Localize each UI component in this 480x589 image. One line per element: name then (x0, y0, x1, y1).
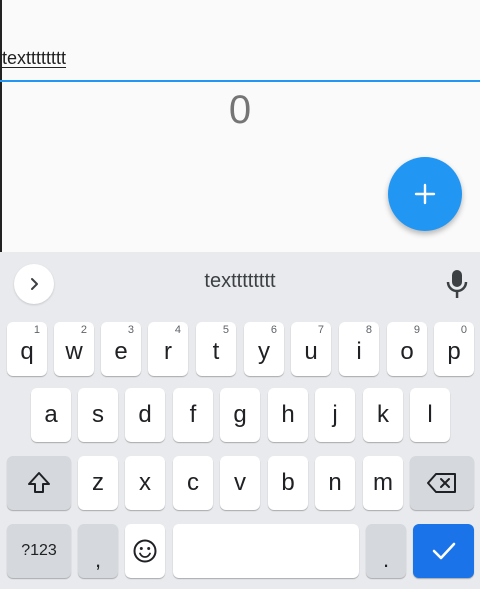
key-k[interactable]: k (363, 388, 403, 442)
shift-icon (28, 472, 50, 493)
key-y[interactable]: 6 y (244, 322, 284, 376)
key-g[interactable]: g (220, 388, 260, 442)
key-q[interactable]: 1 q (7, 322, 47, 376)
key-v[interactable]: v (220, 456, 260, 510)
chevron-right-icon (31, 278, 38, 290)
key-b[interactable]: b (268, 456, 308, 510)
key-z[interactable]: z (78, 456, 118, 510)
key-w[interactable]: 2 w (54, 322, 94, 376)
key-f[interactable]: f (173, 388, 213, 442)
key-r[interactable]: 4 r (148, 322, 188, 376)
key-n[interactable]: n (315, 456, 355, 510)
key-a[interactable]: a (31, 388, 71, 442)
counter-value: 0 (228, 88, 252, 132)
key-l[interactable]: l (410, 388, 450, 442)
key-h[interactable]: h (268, 388, 308, 442)
enter-key[interactable] (413, 524, 474, 578)
soft-keyboard: textttttttt 1 q 2 w 3 e 4 r 5 t 6 y 7 u … (0, 252, 480, 589)
key-p[interactable]: 0 p (434, 322, 474, 376)
checkmark-icon (432, 542, 455, 560)
backspace-key[interactable] (410, 456, 474, 510)
expand-toolbar-button[interactable] (14, 264, 54, 304)
shift-key[interactable] (7, 456, 71, 510)
symbols-key[interactable]: ?123 (7, 524, 71, 578)
suggestion-strip: textttttttt (0, 252, 480, 314)
period-key[interactable]: . (366, 524, 406, 578)
key-d[interactable]: d (125, 388, 165, 442)
suggestion-word[interactable]: textttttttt (140, 270, 340, 293)
mic-icon[interactable] (444, 268, 470, 300)
key-e[interactable]: 3 e (101, 322, 141, 376)
key-u[interactable]: 7 u (291, 322, 331, 376)
key-s[interactable]: s (78, 388, 118, 442)
emoji-key[interactable] (125, 524, 165, 578)
comma-key[interactable]: , (78, 524, 118, 578)
key-o[interactable]: 9 o (387, 322, 427, 376)
key-t[interactable]: 5 t (196, 322, 236, 376)
key-j[interactable]: j (315, 388, 355, 442)
emoji-icon (133, 539, 157, 563)
backspace-icon (427, 473, 456, 493)
key-c[interactable]: c (173, 456, 213, 510)
plus-icon (414, 183, 436, 205)
space-key[interactable] (173, 524, 359, 578)
key-x[interactable]: x (125, 456, 165, 510)
key-m[interactable]: m (363, 456, 403, 510)
text-input[interactable] (0, 36, 480, 82)
key-i[interactable]: 8 i (339, 322, 379, 376)
add-fab-button[interactable] (388, 157, 462, 231)
